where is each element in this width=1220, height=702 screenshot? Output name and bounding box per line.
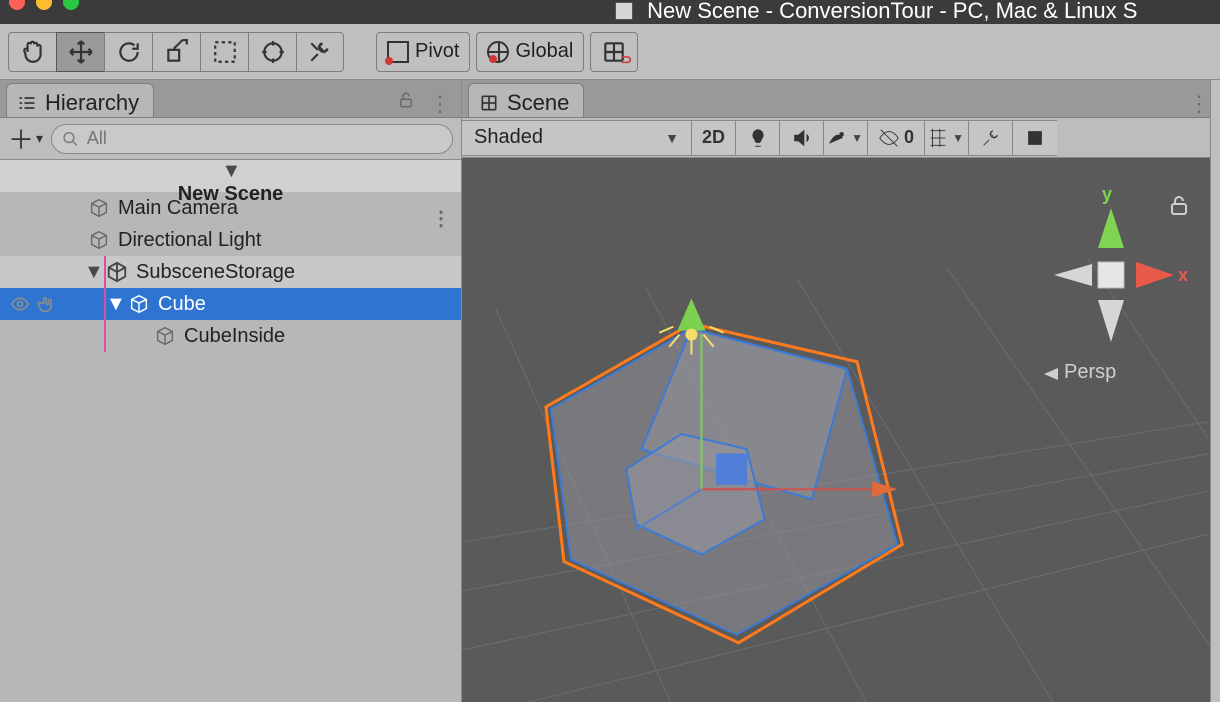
scene-tab-label: Scene (507, 90, 569, 116)
subscene-marker-line (104, 256, 106, 352)
scene-viewport[interactable]: y x Persp (462, 158, 1220, 702)
visibility-icon[interactable] (10, 294, 30, 314)
document-icon (615, 2, 633, 20)
hierarchy-item-label: SubsceneStorage (136, 261, 295, 284)
gameobject-icon (88, 229, 110, 251)
scene-visibility-toggle[interactable]: 0 (868, 120, 925, 156)
scene-audio-toggle[interactable] (780, 120, 824, 156)
hierarchy-item-label: Cube (158, 293, 206, 316)
shading-mode-label: Shaded (474, 126, 543, 149)
rotate-tool[interactable] (104, 32, 152, 72)
scene-view-panel: Scene ⋮ Shaded ▼ 2D ▼ 0 ▼ (462, 80, 1220, 702)
scale-tool[interactable] (152, 32, 200, 72)
hidden-count: 0 (904, 127, 914, 148)
global-local-toggle[interactable]: Global (476, 32, 584, 72)
shading-mode-dropdown[interactable]: Shaded ▼ (462, 120, 692, 156)
gameobject-icon (154, 325, 176, 347)
unity-scene-icon (106, 261, 128, 283)
scene-camera-settings[interactable]: ▼ (925, 120, 969, 156)
scene-orientation-gizmo[interactable]: y x Persp (1024, 178, 1194, 388)
traffic-light-zoom[interactable] (63, 0, 79, 10)
axis-y-label: y (1102, 184, 1112, 204)
directional-light-gizmo[interactable] (659, 299, 723, 355)
axis-x-label: x (1178, 265, 1188, 285)
gizmo-lock-icon[interactable] (1172, 197, 1186, 214)
pivot-label: Pivot (415, 40, 459, 63)
hierarchy-panel: Hierarchy ⋮ ＋▾ ▼ New Scene ⋮ (0, 80, 462, 702)
hierarchy-item[interactable]: Directional Light (0, 224, 461, 256)
hierarchy-tab-label: Hierarchy (45, 90, 139, 116)
panel-divider[interactable] (1210, 80, 1220, 702)
hierarchy-item-subscene[interactable]: ▼ SubsceneStorage (0, 256, 461, 288)
traffic-light-minimize[interactable] (36, 0, 52, 10)
hierarchy-item-label: Main Camera (118, 197, 238, 220)
projection-toggle[interactable]: Persp (1044, 361, 1116, 383)
panel-menu-icon[interactable]: ⋮ (1188, 91, 1210, 117)
scene-row[interactable]: ▼ New Scene ⋮ (0, 160, 461, 192)
pickable-icon[interactable] (36, 294, 56, 314)
hand-tool[interactable] (8, 32, 56, 72)
scene-effects-toggle[interactable]: ▼ (824, 120, 868, 156)
scene-gizmos-toggle[interactable] (969, 120, 1013, 156)
hierarchy-tree[interactable]: ▼ New Scene ⋮ Main Camera Directional Li… (0, 160, 461, 352)
hierarchy-search-input[interactable] (87, 128, 442, 149)
hierarchy-item[interactable]: CubeInside (0, 320, 461, 352)
main-toolbar: Pivot Global ⊃ (0, 24, 1220, 80)
gameobject-icon (128, 293, 150, 315)
scene-toolbar: Shaded ▼ 2D ▼ 0 ▼ (462, 118, 1220, 158)
scene-lighting-toggle[interactable] (736, 120, 780, 156)
lock-icon[interactable] (397, 91, 415, 109)
hierarchy-tab[interactable]: Hierarchy (6, 83, 154, 117)
create-dropdown[interactable]: ＋▾ (8, 120, 43, 157)
grid-snap-toggle[interactable]: ⊃ (590, 32, 638, 72)
transform-tool[interactable] (248, 32, 296, 72)
hierarchy-search[interactable] (51, 124, 453, 154)
traffic-light-close[interactable] (9, 0, 25, 10)
pivot-icon (387, 41, 409, 63)
transform-tool-group (8, 32, 344, 72)
move-tool[interactable] (56, 32, 104, 72)
gameobject-icon (88, 197, 110, 219)
scene-tabrow: Scene ⋮ (462, 80, 1220, 118)
hierarchy-toolbar: ＋▾ (0, 118, 461, 160)
hierarchy-item[interactable]: Main Camera (0, 192, 461, 224)
search-icon (62, 130, 79, 148)
pivot-toggle[interactable]: Pivot (376, 32, 470, 72)
scene-extra-toggle[interactable] (1013, 120, 1057, 156)
custom-tools[interactable] (296, 32, 344, 72)
hierarchy-item-label: CubeInside (184, 325, 285, 348)
window-titlebar: New Scene - ConversionTour - PC, Mac & L… (0, 0, 1220, 24)
hierarchy-item-label: Directional Light (118, 229, 261, 252)
window-title-text: New Scene - ConversionTour - PC, Mac & L… (647, 0, 1137, 23)
toggle-2d[interactable]: 2D (692, 120, 736, 156)
window-title: New Scene - ConversionTour - PC, Mac & L… (615, 0, 1137, 24)
hierarchy-tabrow: Hierarchy ⋮ (0, 80, 461, 118)
global-label: Global (515, 40, 573, 63)
hierarchy-item-selected[interactable]: ▼ Cube (0, 288, 461, 320)
hierarchy-icon (17, 93, 37, 113)
panel-menu-icon[interactable]: ⋮ (429, 91, 451, 117)
globe-icon (487, 41, 509, 63)
scene-tab[interactable]: Scene (468, 83, 584, 117)
svg-text:Persp: Persp (1064, 361, 1116, 383)
scene-grid-icon (479, 93, 499, 113)
rect-tool[interactable] (200, 32, 248, 72)
magnet-icon: ⊃ (621, 51, 633, 68)
